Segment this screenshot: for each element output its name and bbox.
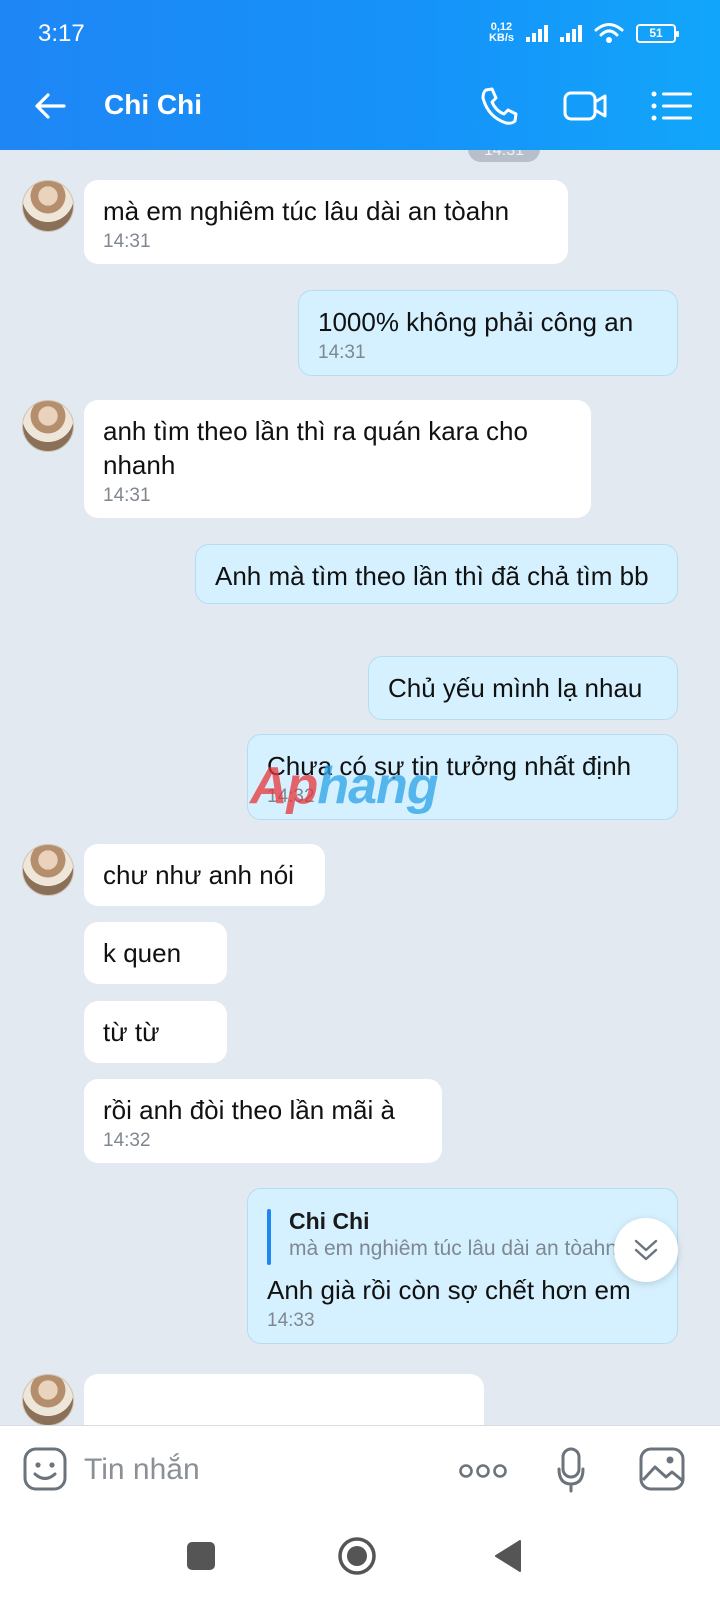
- message-bubble-incoming[interactable]: mà em nghiêm túc lâu dài an tòahn 14:31: [84, 180, 568, 264]
- scroll-to-bottom-button[interactable]: [614, 1218, 678, 1282]
- message-bubble-incoming[interactable]: rồi anh đòi theo lần mãi à 14:32: [84, 1079, 442, 1163]
- app-header: 3:17 0,12 KB/s 51 Chi Chi: [0, 0, 720, 150]
- menu-button[interactable]: [650, 84, 696, 128]
- voice-message-button[interactable]: [556, 1446, 586, 1494]
- message-text: mà em nghiêm túc lâu dài an tòahn: [103, 196, 510, 226]
- wifi-icon: [594, 23, 624, 43]
- signal-icon: [526, 24, 548, 42]
- message-time: 14:31: [103, 231, 151, 252]
- quoted-reply[interactable]: Chi Chi mà em nghiêm túc lâu dài an tòah…: [267, 1207, 658, 1265]
- message-bubble-outgoing[interactable]: Chủ yếu mình lạ nhau: [368, 656, 678, 720]
- message-text: rồi anh đòi theo lần mãi à: [103, 1095, 395, 1125]
- message-input[interactable]: [84, 1448, 424, 1492]
- message-text: 1000% không phải công an: [318, 307, 634, 337]
- home-button[interactable]: [334, 1533, 380, 1579]
- quoted-sender: Chi Chi: [289, 1208, 370, 1234]
- status-icons: 0,12 KB/s 51: [489, 22, 679, 44]
- more-options-button[interactable]: [458, 1454, 508, 1488]
- quoted-text: mà em nghiêm túc lâu dài an tòahn: [289, 1237, 618, 1260]
- message-time: 14:31: [103, 485, 151, 506]
- message-text: từ từ: [103, 1017, 160, 1047]
- signal-icon: [560, 24, 582, 42]
- message-text: k quen: [103, 938, 182, 968]
- message-list[interactable]: 14:31 mà em nghiêm túc lâu dài an tòahn …: [0, 150, 720, 1425]
- message-text: Anh mà tìm theo lần thì đã chả tìm bb: [215, 561, 649, 591]
- message-bubble-incoming[interactable]: chư như anh nói: [84, 844, 325, 906]
- chat-title[interactable]: Chi Chi: [104, 89, 202, 121]
- sticker-button[interactable]: [22, 1446, 68, 1492]
- message-text: Chưa có sự tin tưởng nhất định: [267, 751, 632, 781]
- network-speed: 0,12 KB/s: [489, 22, 514, 44]
- message-text: chư như anh nói: [103, 860, 294, 890]
- message-text: Chủ yếu mình lạ nhau: [388, 673, 643, 703]
- message-bubble-outgoing[interactable]: Chưa có sự tin tưởng nhất định 14:32: [247, 734, 678, 820]
- avatar[interactable]: [22, 1374, 74, 1425]
- recent-apps-button[interactable]: [178, 1533, 224, 1579]
- back-button[interactable]: [30, 86, 70, 126]
- message-time: 14:33: [267, 1310, 315, 1331]
- system-nav-bar: [0, 1515, 720, 1600]
- message-bubble-incoming[interactable]: từ từ: [84, 1001, 227, 1063]
- time-divider: 14:31: [468, 150, 540, 162]
- message-bubble-incoming[interactable]: anh tìm theo lần thì ra quán kara cho nh…: [84, 400, 591, 518]
- message-text: Anh già rồi còn sợ chết hơn em: [267, 1275, 631, 1305]
- system-back-button[interactable]: [486, 1533, 532, 1579]
- battery-icon: 51: [636, 23, 679, 43]
- avatar[interactable]: [22, 844, 74, 896]
- message-bubble-outgoing[interactable]: Anh mà tìm theo lần thì đã chả tìm bb: [195, 544, 678, 604]
- video-call-button[interactable]: [562, 84, 608, 128]
- message-time: 14:32: [103, 1130, 151, 1151]
- message-bubble-incoming[interactable]: [84, 1374, 484, 1425]
- message-composer: [0, 1425, 720, 1515]
- message-text: anh tìm theo lần thì ra quán kara cho nh…: [103, 416, 528, 480]
- avatar[interactable]: [22, 180, 74, 232]
- message-bubble-outgoing[interactable]: Chi Chi mà em nghiêm túc lâu dài an tòah…: [247, 1188, 678, 1344]
- message-bubble-incoming[interactable]: k quen: [84, 922, 227, 984]
- status-time: 3:17: [38, 20, 85, 47]
- call-button[interactable]: [476, 84, 522, 128]
- image-button[interactable]: [638, 1446, 686, 1492]
- network-speed-unit: KB/s: [488, 32, 514, 44]
- double-chevron-down-icon: [634, 1239, 658, 1261]
- avatar[interactable]: [22, 400, 74, 452]
- message-time: 14:32: [267, 786, 315, 807]
- message-time: 14:31: [318, 342, 366, 363]
- message-bubble-outgoing[interactable]: 1000% không phải công an 14:31: [298, 290, 678, 376]
